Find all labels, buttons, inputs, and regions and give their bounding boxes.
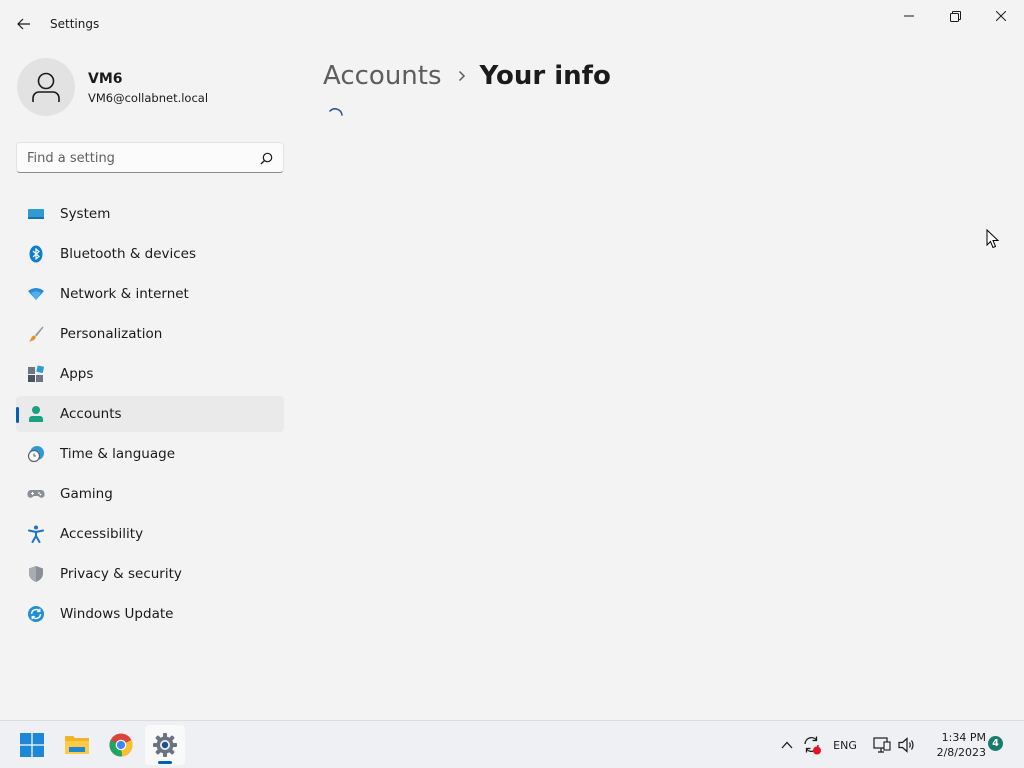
folder-icon bbox=[65, 736, 89, 754]
language-indicator[interactable]: ENG bbox=[830, 735, 860, 755]
sidebar-item-label: Personalization bbox=[60, 326, 163, 342]
search-input[interactable] bbox=[27, 149, 252, 167]
taskbar-start-button[interactable] bbox=[12, 725, 52, 765]
close-icon bbox=[996, 11, 1006, 21]
clock-globe-icon bbox=[27, 446, 44, 463]
user-icon bbox=[32, 72, 60, 102]
taskbar-chrome[interactable] bbox=[101, 725, 141, 765]
chrome-icon bbox=[109, 733, 133, 757]
app-title: Settings bbox=[50, 17, 100, 31]
minimize-button[interactable] bbox=[886, 0, 932, 32]
sidebar-item-time-language[interactable]: Time & language bbox=[16, 436, 284, 472]
clock-date: 2/8/2023 bbox=[936, 746, 986, 759]
sidebar-item-label: Privacy & security bbox=[60, 566, 182, 582]
sidebar-item-network[interactable]: Network & internet bbox=[16, 276, 284, 312]
network-monitor-icon bbox=[873, 737, 891, 753]
accounts-icon bbox=[29, 406, 43, 422]
back-button[interactable] bbox=[10, 12, 38, 36]
sidebar-item-apps[interactable]: Apps bbox=[16, 356, 284, 392]
shield-icon bbox=[29, 566, 43, 582]
accessibility-icon bbox=[28, 525, 44, 543]
tray-sync-status[interactable] bbox=[801, 735, 823, 755]
restore-icon bbox=[949, 10, 961, 22]
sidebar-nav: System Bluetooth & devices Network & int… bbox=[16, 196, 284, 636]
sidebar-item-personalization[interactable]: Personalization bbox=[16, 316, 284, 352]
sidebar-item-bluetooth[interactable]: Bluetooth & devices bbox=[16, 236, 284, 272]
taskbar-file-explorer[interactable] bbox=[57, 725, 97, 765]
tray-network[interactable] bbox=[872, 735, 892, 755]
sync-alert-icon bbox=[804, 736, 821, 755]
sidebar-item-gaming[interactable]: Gaming bbox=[16, 476, 284, 512]
close-button[interactable] bbox=[978, 0, 1024, 32]
show-hidden-icons-button[interactable] bbox=[778, 735, 796, 755]
avatar[interactable] bbox=[17, 58, 75, 116]
user-email: VM6@collabnet.local bbox=[88, 91, 209, 105]
minimize-icon bbox=[904, 15, 914, 17]
taskbar: ENG 1:34 PM 2/8/2023 bbox=[0, 720, 1024, 768]
sidebar-item-label: Accounts bbox=[60, 406, 122, 422]
taskbar-settings[interactable] bbox=[145, 725, 185, 765]
title-bar: Settings bbox=[0, 0, 1024, 48]
user-name: VM6 bbox=[88, 71, 123, 87]
wifi-icon bbox=[28, 288, 44, 300]
sidebar-item-system[interactable]: System bbox=[16, 196, 284, 232]
windows-update-icon bbox=[28, 606, 44, 622]
speaker-icon bbox=[898, 737, 914, 753]
gamepad-icon bbox=[27, 490, 45, 498]
paintbrush-icon bbox=[29, 326, 44, 342]
sidebar-item-label: System bbox=[60, 206, 111, 222]
windows-start-icon bbox=[20, 733, 44, 757]
breadcrumb: Accounts Your info bbox=[323, 58, 611, 94]
apps-icon bbox=[28, 365, 45, 382]
clock-time: 1:34 PM bbox=[941, 731, 986, 744]
sidebar-item-label: Time & language bbox=[60, 446, 176, 462]
notification-badge[interactable]: 4 bbox=[988, 736, 1003, 751]
loading-spinner-icon bbox=[329, 108, 343, 116]
back-arrow-icon bbox=[17, 18, 30, 30]
sidebar-item-label: Gaming bbox=[60, 486, 113, 502]
chevron-up-icon bbox=[781, 741, 793, 749]
chevron-right-icon bbox=[458, 70, 466, 82]
search-box[interactable] bbox=[16, 142, 284, 173]
sidebar-item-label: Network & internet bbox=[60, 286, 189, 302]
sidebar-item-privacy[interactable]: Privacy & security bbox=[16, 556, 284, 592]
sidebar-item-windows-update[interactable]: Windows Update bbox=[16, 596, 284, 632]
system-icon bbox=[28, 209, 44, 219]
sidebar-item-label: Accessibility bbox=[60, 526, 144, 542]
page-title: Your info bbox=[479, 61, 611, 91]
sidebar-item-accessibility[interactable]: Accessibility bbox=[16, 516, 284, 552]
maximize-button[interactable] bbox=[932, 0, 978, 32]
taskbar-clock[interactable]: 1:34 PM 2/8/2023 bbox=[920, 730, 986, 760]
gear-icon bbox=[153, 733, 177, 757]
tray-volume[interactable] bbox=[897, 735, 917, 755]
bluetooth-icon bbox=[29, 245, 43, 263]
sidebar-item-label: Apps bbox=[60, 366, 94, 382]
search-icon[interactable] bbox=[257, 149, 275, 167]
mouse-cursor-icon bbox=[986, 229, 1000, 249]
sidebar-item-accounts[interactable]: Accounts bbox=[16, 396, 284, 432]
sidebar-item-label: Windows Update bbox=[60, 606, 174, 622]
breadcrumb-parent[interactable]: Accounts bbox=[323, 61, 442, 91]
sidebar-item-label: Bluetooth & devices bbox=[60, 246, 197, 262]
